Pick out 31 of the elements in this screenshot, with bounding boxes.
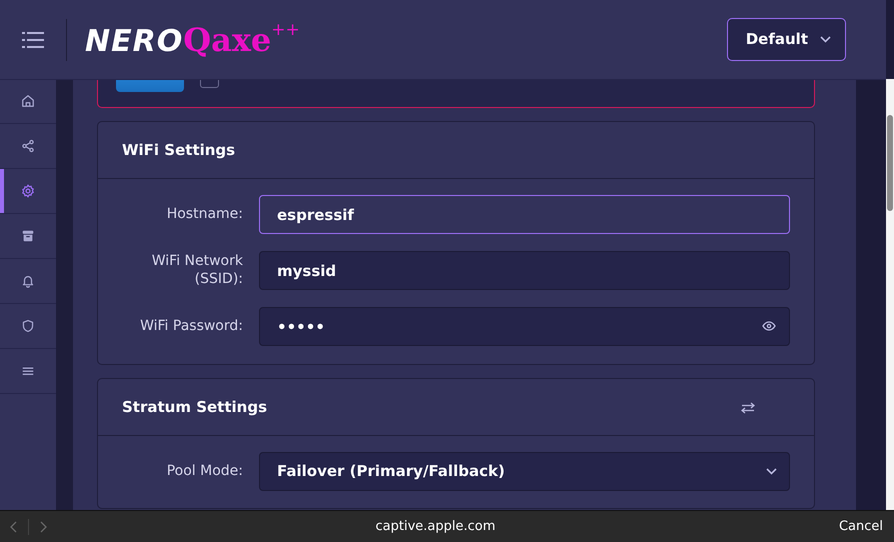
bell-icon [21,274,35,288]
share-icon [21,139,35,153]
input-field[interactable]: ••••• [259,307,790,346]
chevron-down-icon [766,468,777,475]
cancel-button[interactable]: Cancel [838,516,884,538]
logo-text: Qaxe [183,20,272,60]
input-field[interactable]: espressif [259,195,790,234]
logo-text: NERO [85,22,184,60]
logo-superscript: ++ [271,18,300,42]
home-icon [21,94,35,108]
shield-icon [21,319,35,333]
field-label: Hostname: [166,206,243,224]
field-label: WiFi Password: [139,318,243,336]
back-icon[interactable] [10,520,18,532]
sidebar-item[interactable] [0,169,56,214]
settings-icon [21,184,35,198]
scrollbar-thumb[interactable] [887,115,893,211]
url-text: captive.apple.com [376,518,496,534]
field-label: WiFi Network (SSID): [150,253,243,288]
archive-icon [21,229,35,243]
select-field[interactable]: Failover (Primary/Fallback) [259,452,790,491]
menu-icon[interactable] [22,32,44,48]
field-label: Pool Mode: [166,462,243,480]
input-field[interactable]: myssid [259,251,790,290]
chevron-down-icon [820,36,831,43]
forward-icon[interactable] [39,520,47,532]
eye-icon[interactable] [762,321,776,331]
card-title: Stratum Settings [122,396,267,418]
theme-select[interactable]: Default [726,18,846,61]
card-title: WiFi Settings [122,140,236,161]
swap-icon[interactable] [741,402,755,414]
